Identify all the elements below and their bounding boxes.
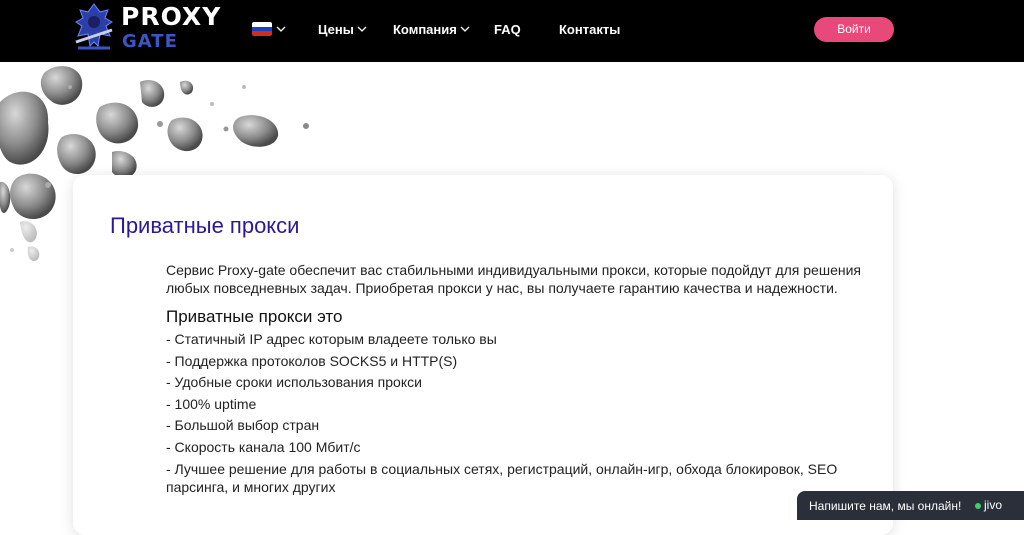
gladiator-mascot-icon bbox=[75, 3, 113, 50]
page-title: Приватные прокси bbox=[110, 213, 300, 238]
features-heading: Приватные прокси это bbox=[166, 307, 343, 326]
nav-company-label: Компания bbox=[393, 22, 457, 37]
list-item: - 100% uptime bbox=[166, 395, 257, 412]
chevron-down-icon bbox=[276, 26, 286, 34]
chat-prompt: Напишите нам, мы онлайн! bbox=[809, 499, 962, 513]
logo-text-proxy: PROXY bbox=[121, 2, 222, 31]
nav-contacts-label: Контакты bbox=[559, 22, 621, 37]
nav-prices[interactable]: Цены bbox=[318, 22, 367, 37]
nav-faq[interactable]: FAQ bbox=[494, 22, 521, 37]
list-item: - Удобные сроки использования прокси bbox=[166, 374, 422, 391]
nav-contacts[interactable]: Контакты bbox=[559, 22, 620, 37]
content-card: Приватные прокси Сервис Proxy-gate обесп… bbox=[73, 175, 893, 535]
login-button[interactable]: Войти bbox=[814, 17, 894, 42]
list-item: - Поддержка протоколов SOCKS5 и HTTP(S) bbox=[166, 352, 458, 369]
nav-prices-label: Цены bbox=[318, 22, 354, 37]
jivo-brand-text: jivo bbox=[984, 498, 1003, 512]
intro-paragraph: Сервис Proxy-gate обеспечит вас стабильн… bbox=[166, 262, 861, 296]
nav-faq-label: FAQ bbox=[494, 22, 521, 37]
list-item: - Большой выбор стран bbox=[166, 417, 320, 434]
chevron-down-icon bbox=[460, 26, 470, 34]
russia-flag-icon bbox=[252, 22, 272, 36]
site-logo[interactable]: PROXY GATE bbox=[70, 2, 230, 58]
chevron-down-icon bbox=[357, 26, 367, 34]
list-item: - Скорость канала 100 Мбит/с bbox=[166, 438, 361, 455]
logo-text-gate: GATE bbox=[122, 31, 178, 52]
online-dot-icon bbox=[975, 502, 981, 509]
list-item: - Лучшее решение для работы в социальных… bbox=[166, 460, 838, 495]
card-body: Сервис Proxy-gate обеспечит вас стабильн… bbox=[166, 261, 866, 499]
jivo-logo: jivo bbox=[974, 498, 1002, 512]
nav-company[interactable]: Компания bbox=[393, 22, 470, 37]
features-list: - Статичный IP адрес которым владеете то… bbox=[166, 330, 866, 496]
live-chat-widget[interactable]: Напишите нам, мы онлайн! jivo bbox=[797, 491, 1024, 520]
language-selector[interactable] bbox=[252, 21, 288, 39]
list-item: - Статичный IP адрес которым владеете то… bbox=[166, 331, 497, 347]
top-navbar: PROXY GATE Цены Компания FAQ Контакты Во… bbox=[0, 0, 1024, 62]
